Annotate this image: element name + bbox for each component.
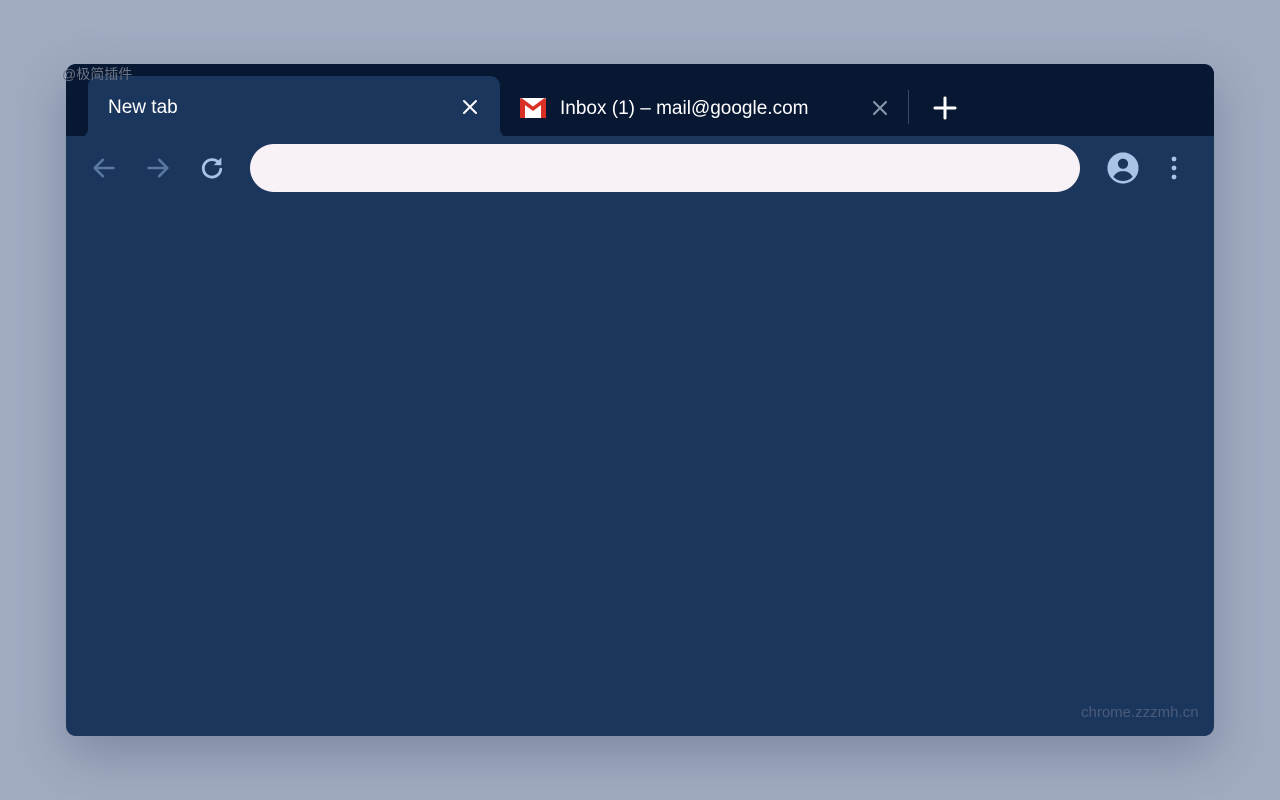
toolbar <box>66 136 1214 200</box>
address-bar[interactable] <box>250 144 1080 192</box>
reload-icon <box>201 157 223 179</box>
tab-inbox[interactable]: Inbox (1) – mail@google.com <box>506 76 906 138</box>
arrow-right-icon <box>147 158 169 178</box>
back-button[interactable] <box>88 152 120 184</box>
page-content <box>66 200 1214 736</box>
forward-button[interactable] <box>142 152 174 184</box>
menu-button[interactable] <box>1158 152 1190 184</box>
tab-strip: New tab Inbox (1) – mail@google.com <box>66 64 1214 138</box>
watermark-top: @极简插件 <box>62 66 133 82</box>
arrow-left-icon <box>93 158 115 178</box>
more-vertical-icon <box>1171 156 1177 180</box>
new-tab-button[interactable] <box>930 93 960 123</box>
browser-window: New tab Inbox (1) – mail@google.com <box>66 64 1214 736</box>
gmail-icon <box>520 98 546 118</box>
close-icon <box>463 100 477 114</box>
tab-close-button[interactable] <box>459 96 481 118</box>
account-circle-icon <box>1107 152 1139 184</box>
plus-icon <box>933 96 957 120</box>
tab-separator <box>908 90 909 124</box>
tab-title: Inbox (1) – mail@google.com <box>560 98 809 119</box>
tab-new-tab[interactable]: New tab <box>78 76 510 138</box>
tab-close-button[interactable] <box>869 97 891 119</box>
reload-button[interactable] <box>196 152 228 184</box>
profile-button[interactable] <box>1105 150 1141 186</box>
tab-title: New tab <box>108 97 178 118</box>
watermark-bottom: chrome.zzzmh.cn <box>1081 704 1199 721</box>
close-icon <box>873 101 887 115</box>
